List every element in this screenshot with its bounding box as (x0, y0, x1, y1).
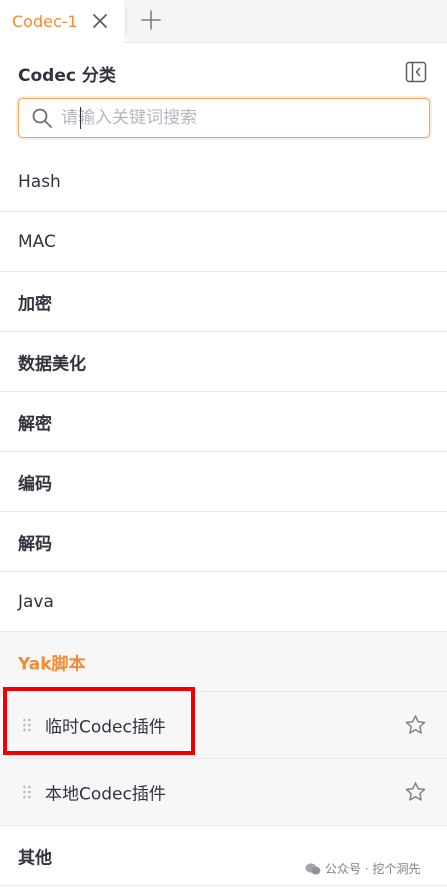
text-caret (80, 107, 81, 129)
category-label: MAC (18, 231, 56, 252)
category-label: 解码 (18, 534, 52, 554)
category-beautify[interactable]: 数据美化 (0, 332, 447, 392)
category-yak-script[interactable]: Yak脚本 (0, 632, 447, 692)
tab-label: Codec-1 (12, 12, 78, 31)
category-encrypt[interactable]: 加密 (0, 272, 447, 332)
close-icon[interactable] (90, 11, 110, 31)
plugin-row-local-codec[interactable]: 本地Codec插件 (0, 759, 447, 826)
category-encode[interactable]: 编码 (0, 452, 447, 512)
category-mac[interactable]: MAC (0, 212, 447, 272)
category-label: 解密 (18, 414, 52, 434)
category-label: 加密 (18, 294, 52, 314)
category-label: Yak脚本 (18, 654, 86, 674)
plugin-label: 临时Codec插件 (45, 717, 166, 738)
plugin-label: 本地Codec插件 (45, 784, 166, 805)
category-decode[interactable]: 解码 (0, 512, 447, 572)
plugin-row-temp-codec[interactable]: 临时Codec插件 (0, 692, 447, 759)
category-label: Java (18, 591, 54, 612)
category-decrypt[interactable]: 解密 (0, 392, 447, 452)
star-outline-icon[interactable] (404, 781, 427, 804)
tab-divider (126, 8, 127, 34)
category-label: 编码 (18, 474, 52, 494)
search-box[interactable] (18, 98, 430, 138)
search-input[interactable] (61, 108, 411, 128)
category-label: 数据美化 (18, 354, 86, 374)
watermark: 公众号 · 挖个洞先 (305, 860, 420, 877)
drag-handle-icon[interactable] (22, 717, 32, 733)
star-outline-icon[interactable] (404, 714, 427, 737)
drag-handle-icon[interactable] (22, 784, 32, 800)
category-label: 其他 (18, 848, 52, 868)
category-other[interactable]: 其他 (0, 826, 447, 886)
codec-app: Codec-1 Codec 分类 Hash MAC 加密 (0, 0, 447, 888)
watermark-text: 公众号 · 挖个洞先 (325, 862, 421, 876)
search-icon (32, 108, 52, 128)
category-label: Hash (18, 171, 61, 192)
category-java[interactable]: Java (0, 572, 447, 632)
wechat-icon (305, 862, 321, 874)
sidebar-collapse-icon[interactable] (405, 61, 427, 83)
panel-title: Codec 分类 (18, 66, 116, 86)
plus-icon[interactable] (140, 9, 162, 31)
category-hash[interactable]: Hash (0, 152, 447, 212)
tab-bar: Codec-1 (0, 0, 447, 43)
